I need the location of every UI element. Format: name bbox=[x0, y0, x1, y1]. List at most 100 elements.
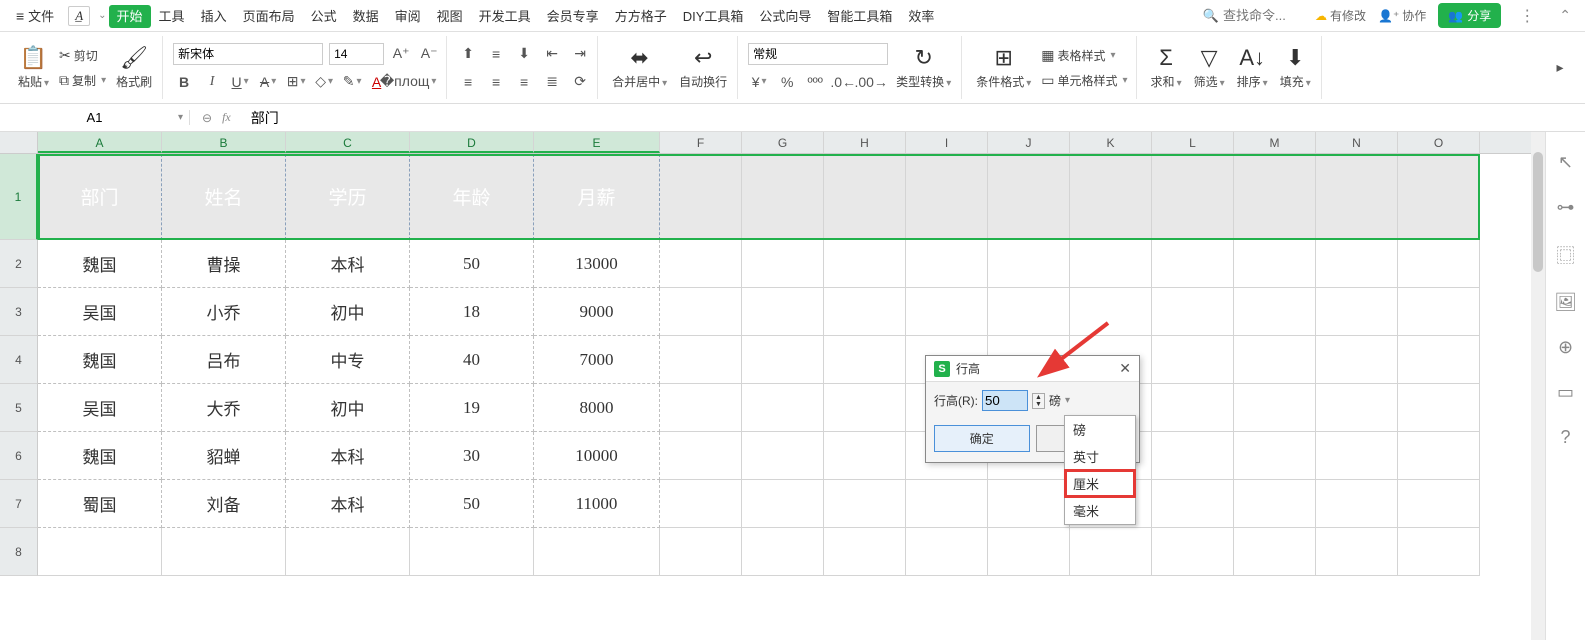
cell[interactable]: 吴国 bbox=[38, 288, 162, 336]
type-convert-button[interactable]: ↻ 类型转换▾ bbox=[892, 45, 955, 90]
menu-tab-3[interactable]: 页面布局 bbox=[235, 5, 303, 28]
scrollbar-thumb[interactable] bbox=[1533, 152, 1543, 272]
row-height-input[interactable] bbox=[982, 390, 1028, 411]
cell[interactable] bbox=[1234, 480, 1316, 528]
cell[interactable] bbox=[824, 384, 906, 432]
font-style-icon[interactable]: A̲ bbox=[68, 6, 90, 26]
decrease-indent-button[interactable]: ⇤ bbox=[541, 43, 563, 65]
cell[interactable]: 本科 bbox=[286, 480, 410, 528]
cell[interactable] bbox=[1152, 288, 1234, 336]
cell[interactable] bbox=[824, 480, 906, 528]
command-search[interactable]: 🔍 bbox=[1203, 8, 1303, 24]
cell[interactable] bbox=[742, 384, 824, 432]
cell[interactable] bbox=[1398, 384, 1480, 432]
row-header-7[interactable]: 7 bbox=[0, 480, 38, 528]
conditional-format-button[interactable]: ⊞ 条件格式▾ bbox=[972, 45, 1035, 90]
italic-button[interactable]: I bbox=[201, 71, 223, 93]
cell[interactable] bbox=[1316, 154, 1398, 240]
name-box-input[interactable] bbox=[0, 110, 189, 125]
increase-decimal-button[interactable]: .00→ bbox=[860, 71, 882, 93]
decrease-font-button[interactable]: A⁻ bbox=[418, 43, 440, 65]
collaborate-button[interactable]: 👤⁺ 协作 bbox=[1378, 7, 1426, 24]
cell[interactable]: 30 bbox=[410, 432, 534, 480]
cursor-icon[interactable]: ↖ bbox=[1558, 152, 1573, 173]
spinner-down-icon[interactable]: ▼ bbox=[1033, 401, 1044, 408]
fill-button[interactable]: ⬇填充▾ bbox=[1276, 45, 1315, 90]
cell[interactable] bbox=[1070, 240, 1152, 288]
align-middle-button[interactable]: ≡ bbox=[485, 43, 507, 65]
cell[interactable]: 魏国 bbox=[38, 240, 162, 288]
menu-tab-10[interactable]: 方方格子 bbox=[607, 5, 675, 28]
cell[interactable] bbox=[162, 528, 286, 576]
outline-icon[interactable]: ⿴ bbox=[1557, 242, 1575, 268]
unit-option[interactable]: 毫米 bbox=[1065, 497, 1135, 524]
sort-button[interactable]: A↓排序▾ bbox=[1233, 45, 1272, 90]
cell[interactable]: 年龄 bbox=[410, 154, 534, 240]
cell[interactable] bbox=[660, 288, 742, 336]
strikethrough-button[interactable]: A▾ bbox=[257, 71, 279, 93]
cell[interactable]: 50 bbox=[410, 480, 534, 528]
cell[interactable] bbox=[1316, 528, 1398, 576]
paste-button[interactable]: 📋 粘贴▾ bbox=[14, 45, 53, 90]
cell[interactable]: 7000 bbox=[534, 336, 660, 384]
cell[interactable] bbox=[1316, 384, 1398, 432]
cell[interactable] bbox=[906, 288, 988, 336]
cell[interactable] bbox=[988, 288, 1070, 336]
cell[interactable]: 学历 bbox=[286, 154, 410, 240]
align-top-button[interactable]: ⬆ bbox=[457, 43, 479, 65]
cell[interactable]: 部门 bbox=[38, 154, 162, 240]
number-format-select[interactable] bbox=[748, 43, 888, 65]
unit-option[interactable]: 英寸 bbox=[1065, 443, 1135, 470]
cell[interactable]: 小乔 bbox=[162, 288, 286, 336]
cell[interactable] bbox=[410, 528, 534, 576]
cell[interactable] bbox=[534, 528, 660, 576]
cell[interactable] bbox=[1398, 336, 1480, 384]
table-style-button[interactable]: ▦表格样式▾ bbox=[1039, 46, 1129, 65]
share-button[interactable]: 👥 分享 bbox=[1438, 3, 1501, 28]
cell[interactable] bbox=[824, 336, 906, 384]
cell[interactable] bbox=[1234, 336, 1316, 384]
cell[interactable]: 曹操 bbox=[162, 240, 286, 288]
sum-button[interactable]: Σ求和▾ bbox=[1147, 45, 1186, 90]
vertical-scrollbar[interactable] bbox=[1531, 132, 1545, 640]
cell[interactable] bbox=[1152, 336, 1234, 384]
cell[interactable] bbox=[824, 528, 906, 576]
cell[interactable]: 19 bbox=[410, 384, 534, 432]
ribbon-expand-icon[interactable]: ▸ bbox=[1549, 57, 1571, 79]
close-icon[interactable]: ✕ bbox=[1119, 360, 1131, 377]
cell[interactable] bbox=[1398, 288, 1480, 336]
increase-font-button[interactable]: A⁺ bbox=[390, 43, 412, 65]
cell[interactable] bbox=[1316, 480, 1398, 528]
fx-icon[interactable]: fx bbox=[222, 110, 231, 125]
collapse-ribbon-icon[interactable]: ⌃ bbox=[1553, 7, 1577, 24]
book-icon[interactable]: ▭ bbox=[1557, 382, 1574, 403]
bold-button[interactable]: B bbox=[173, 71, 195, 93]
cell[interactable] bbox=[286, 528, 410, 576]
cell[interactable]: 初中 bbox=[286, 384, 410, 432]
row-header-2[interactable]: 2 bbox=[0, 240, 38, 288]
cell[interactable] bbox=[742, 528, 824, 576]
cell[interactable]: 吴国 bbox=[38, 384, 162, 432]
cell[interactable]: 蜀国 bbox=[38, 480, 162, 528]
align-right-button[interactable]: ≡ bbox=[513, 71, 535, 93]
col-header-D[interactable]: D bbox=[410, 132, 534, 153]
col-header-E[interactable]: E bbox=[534, 132, 660, 153]
cell[interactable] bbox=[1152, 528, 1234, 576]
cell[interactable] bbox=[742, 336, 824, 384]
cell[interactable] bbox=[1316, 432, 1398, 480]
cell[interactable] bbox=[988, 480, 1070, 528]
cell[interactable] bbox=[1234, 384, 1316, 432]
menu-tab-14[interactable]: 效率 bbox=[900, 5, 942, 28]
name-box[interactable]: ▾ bbox=[0, 110, 190, 125]
cell[interactable]: 大乔 bbox=[162, 384, 286, 432]
cell[interactable] bbox=[1234, 154, 1316, 240]
cell[interactable] bbox=[824, 240, 906, 288]
cell[interactable]: 魏国 bbox=[38, 432, 162, 480]
col-header-I[interactable]: I bbox=[906, 132, 988, 153]
cell[interactable]: 40 bbox=[410, 336, 534, 384]
search-input[interactable] bbox=[1223, 8, 1303, 23]
row-header-3[interactable]: 3 bbox=[0, 288, 38, 336]
menu-tab-2[interactable]: 插入 bbox=[193, 5, 235, 28]
cell[interactable] bbox=[824, 432, 906, 480]
underline-button[interactable]: U▾ bbox=[229, 71, 251, 93]
